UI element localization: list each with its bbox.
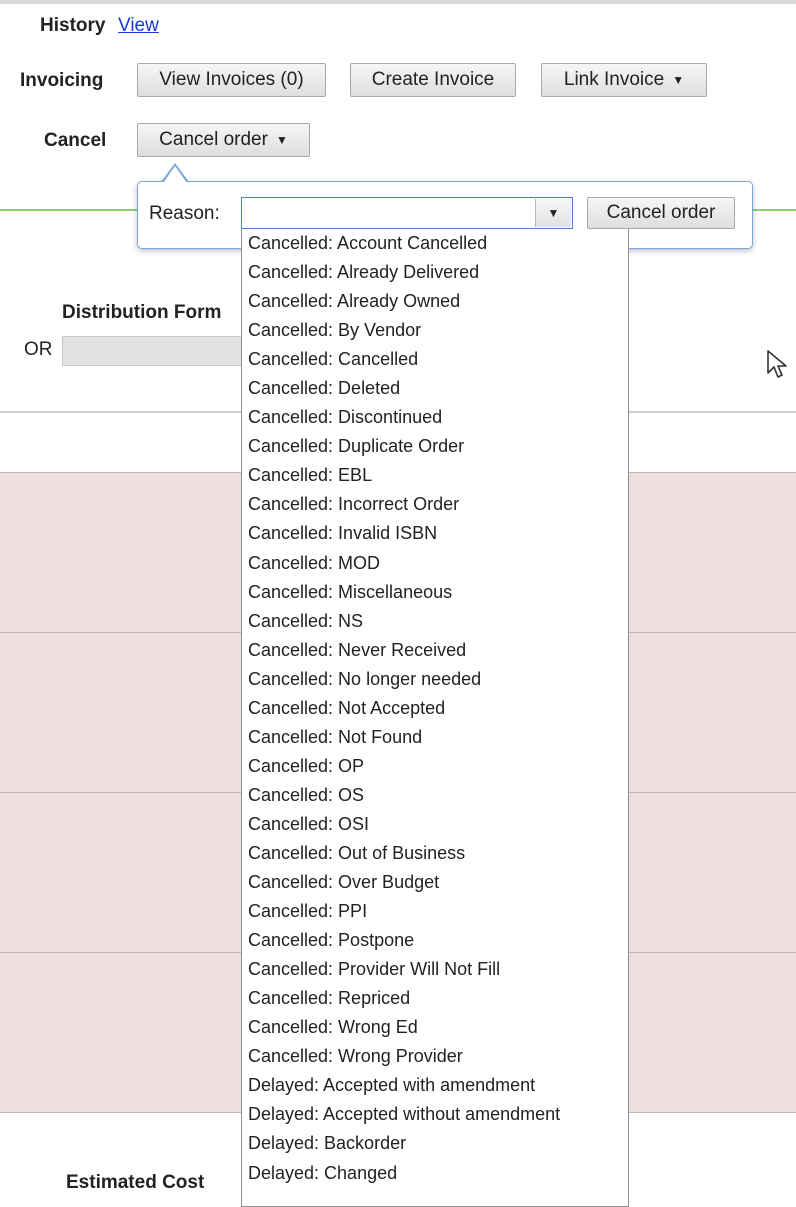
view-invoices-label: View Invoices (0) [159, 69, 304, 90]
reason-option[interactable]: Cancelled: Postpone [242, 926, 628, 955]
estimated-cost-label: Estimated Cost [66, 1172, 205, 1193]
cancel-order-menu-label: Cancel order [159, 129, 268, 150]
cancel-order-submit-label: Cancel order [606, 202, 716, 223]
reason-option[interactable]: Cancelled: By Vendor [242, 316, 628, 345]
arrow-cursor-icon [767, 350, 787, 378]
reason-option[interactable]: Cancelled: OP [242, 752, 628, 781]
reason-option[interactable]: Cancelled: Already Owned [242, 287, 628, 316]
reason-option[interactable]: Cancelled: Miscellaneous [242, 578, 628, 607]
reason-option[interactable]: Cancelled: Repriced [242, 984, 628, 1013]
reason-option[interactable]: Delayed: Accepted with amendment [242, 1071, 628, 1100]
reason-option[interactable]: Cancelled: OS [242, 781, 628, 810]
reason-option[interactable]: Cancelled: Over Budget [242, 868, 628, 897]
link-invoice-button[interactable]: Link Invoice ▼ [541, 63, 707, 97]
reason-option[interactable]: Cancelled: Account Cancelled [242, 229, 628, 258]
top-border [0, 0, 796, 4]
cancel-label: Cancel [44, 130, 107, 151]
reason-option[interactable]: Cancelled: Provider Will Not Fill [242, 955, 628, 984]
create-invoice-label: Create Invoice [371, 69, 495, 90]
reason-option[interactable]: Cancelled: Wrong Provider [242, 1042, 628, 1071]
history-view-link[interactable]: View [118, 15, 159, 37]
reason-option[interactable]: Cancelled: MOD [242, 549, 628, 578]
reason-option[interactable]: Cancelled: EBL [242, 461, 628, 490]
reason-option[interactable]: Cancelled: Not Accepted [242, 694, 628, 723]
popover-arrow-fill [163, 166, 187, 183]
reason-option[interactable]: Cancelled: OSI [242, 810, 628, 839]
create-invoice-button[interactable]: Create Invoice [350, 63, 516, 97]
reason-option[interactable]: Cancelled: Never Received [242, 636, 628, 665]
reason-option[interactable]: Delayed: Backorder [242, 1129, 628, 1158]
reason-label: Reason: [149, 203, 220, 224]
cancel-order-submit-button[interactable]: Cancel order [587, 197, 735, 229]
caret-down-icon[interactable]: ▼ [535, 199, 571, 227]
distribution-formula-label: Distribution Form [62, 302, 222, 323]
invoicing-label: Invoicing [20, 70, 104, 91]
link-invoice-label: Link Invoice [563, 69, 665, 90]
caret-down-icon: ▼ [275, 133, 288, 147]
reason-option[interactable]: Cancelled: NS [242, 607, 628, 636]
view-invoices-button[interactable]: View Invoices (0) [137, 63, 326, 97]
reason-option[interactable]: Cancelled: No longer needed [242, 665, 628, 694]
reason-option[interactable]: Cancelled: Cancelled [242, 345, 628, 374]
reason-options-list: Cancelled: Account Cancelled Cancelled: A… [241, 229, 629, 1207]
reason-option[interactable]: Cancelled: Deleted [242, 374, 628, 403]
distribution-formula-field[interactable] [62, 336, 252, 366]
reason-option[interactable]: Cancelled: Already Delivered [242, 258, 628, 287]
or-label: OR [24, 339, 53, 360]
caret-down-icon: ▼ [672, 73, 685, 87]
reason-option[interactable]: Cancelled: Not Found [242, 723, 628, 752]
reason-option[interactable]: Cancelled: PPI [242, 897, 628, 926]
reason-option[interactable]: Cancelled: Invalid ISBN [242, 519, 628, 548]
reason-option[interactable]: Cancelled: Wrong Ed [242, 1013, 628, 1042]
reason-option[interactable]: Cancelled: Incorrect Order [242, 490, 628, 519]
reason-option[interactable]: Cancelled: Out of Business [242, 839, 628, 868]
reason-option[interactable]: Delayed: Changed [242, 1159, 628, 1188]
history-label: History [40, 15, 106, 36]
reason-option[interactable]: Delayed: Accepted without amendment [242, 1100, 628, 1129]
reason-option[interactable]: Cancelled: Duplicate Order [242, 432, 628, 461]
reason-option[interactable]: Cancelled: Discontinued [242, 403, 628, 432]
cancel-order-menu-button[interactable]: Cancel order ▼ [137, 123, 310, 157]
reason-select[interactable] [241, 197, 573, 229]
